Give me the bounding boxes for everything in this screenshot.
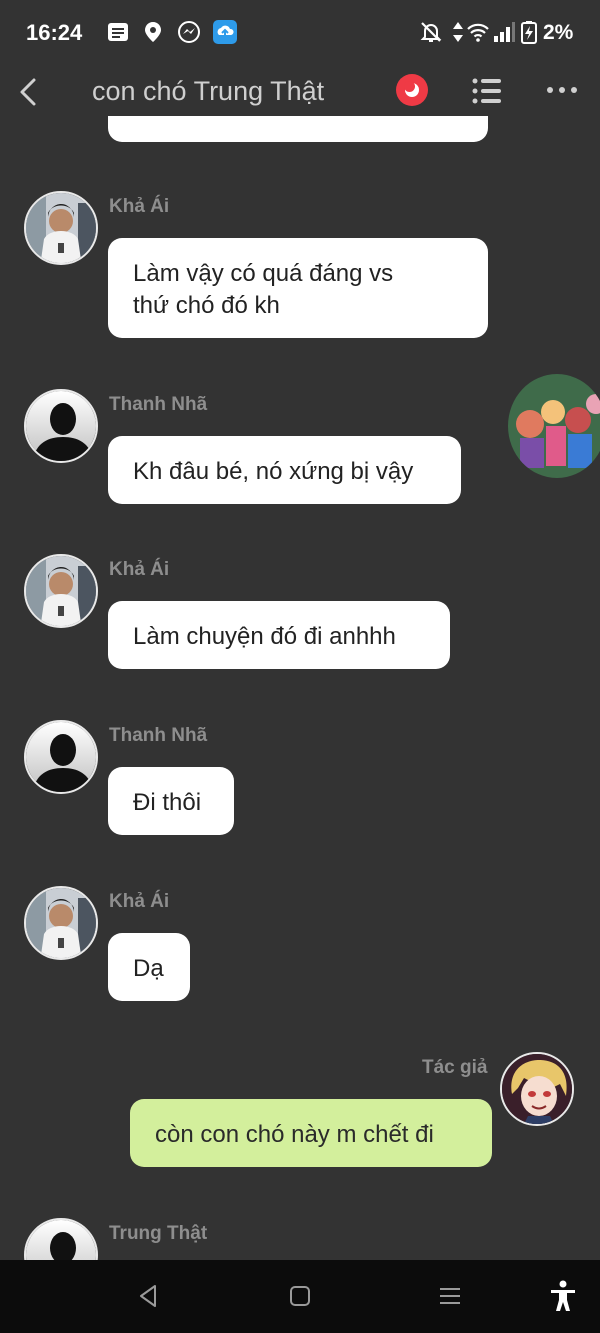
sender-name: Khả Ái bbox=[109, 559, 170, 580]
message-bubble[interactable]: Dạ bbox=[108, 933, 190, 1001]
floating-chat-head[interactable] bbox=[508, 374, 600, 478]
sender-name: Trung Thật bbox=[109, 1223, 208, 1244]
sender-name: Tác giả bbox=[422, 1057, 488, 1078]
signal-icon bbox=[494, 22, 515, 42]
avatar-thanh-nha[interactable] bbox=[24, 720, 98, 794]
message-bubble[interactable]: Đi thôi bbox=[108, 767, 234, 835]
accessibility-icon[interactable] bbox=[548, 1280, 578, 1312]
chat-title: con chó Trung Thật bbox=[92, 76, 325, 106]
data-arrows-icon bbox=[453, 22, 463, 42]
system-navigation-bar bbox=[0, 1260, 600, 1333]
nav-back-icon[interactable] bbox=[135, 1282, 163, 1310]
wifi-icon bbox=[467, 23, 489, 42]
mute-bell-icon bbox=[420, 22, 442, 42]
messenger-icon bbox=[178, 21, 200, 43]
sender-name: Khả Ái bbox=[109, 891, 170, 912]
avatar-photo-icon bbox=[26, 888, 96, 958]
battery-icon bbox=[521, 21, 537, 44]
message-bubble-partial bbox=[108, 116, 488, 142]
default-user-icon bbox=[26, 722, 96, 792]
message-bubble[interactable]: Kh đâu bé, nó xứng bị vậy bbox=[108, 436, 461, 504]
cloud-app-icon bbox=[213, 20, 237, 44]
message-bubble[interactable]: Làm vậy có quá đáng vs thứ chó đó kh bbox=[108, 238, 488, 338]
back-button[interactable] bbox=[14, 74, 44, 110]
avatar-tac-gia[interactable] bbox=[500, 1052, 574, 1126]
anime-avatar-icon bbox=[502, 1054, 572, 1124]
record-icon-cutout bbox=[404, 81, 415, 92]
avatar-thanh-nha[interactable] bbox=[24, 389, 98, 463]
battery-level: 2% bbox=[543, 21, 574, 44]
status-bar: 16:24 2% bbox=[0, 0, 600, 68]
floating-chat-head-icon bbox=[508, 374, 600, 478]
avatar-photo-icon bbox=[26, 193, 96, 263]
avatar-kha-ai[interactable] bbox=[24, 886, 98, 960]
record-button[interactable] bbox=[396, 74, 428, 106]
location-icon bbox=[145, 22, 161, 42]
message-bubble[interactable]: Làm chuyện đó đi anhhh bbox=[108, 601, 450, 669]
message-list[interactable]: Khả Ái Làm vậy có quá đáng vs thứ chó đó… bbox=[0, 116, 600, 1260]
avatar-photo-icon bbox=[26, 556, 96, 626]
list-icon[interactable] bbox=[470, 76, 504, 106]
chat-header: con chó Trung Thật bbox=[0, 68, 600, 116]
avatar-kha-ai[interactable] bbox=[24, 554, 98, 628]
default-user-icon bbox=[26, 1220, 96, 1260]
status-time: 16:24 bbox=[26, 20, 83, 45]
default-user-icon bbox=[26, 391, 96, 461]
nav-recents-icon[interactable] bbox=[436, 1282, 464, 1310]
message-bubble-own[interactable]: còn con chó này m chết đi bbox=[130, 1099, 492, 1167]
more-options-icon[interactable] bbox=[544, 78, 580, 102]
notes-icon bbox=[108, 23, 128, 41]
nav-home-icon[interactable] bbox=[286, 1282, 314, 1310]
sender-name: Thanh Nhã bbox=[109, 725, 208, 746]
sender-name: Khả Ái bbox=[109, 196, 170, 217]
sender-name: Thanh Nhã bbox=[109, 394, 208, 415]
avatar-trung-that[interactable] bbox=[24, 1218, 98, 1260]
avatar-kha-ai[interactable] bbox=[24, 191, 98, 265]
